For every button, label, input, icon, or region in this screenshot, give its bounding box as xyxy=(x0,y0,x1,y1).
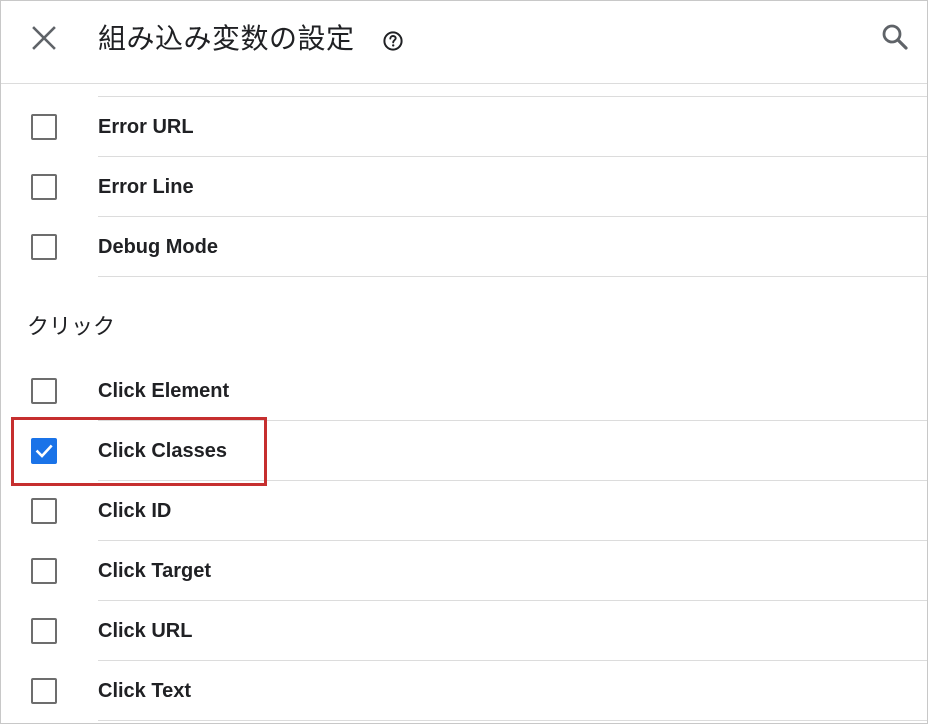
variable-label[interactable]: Click URL xyxy=(98,618,192,644)
page-title: 組み込み変数の設定 xyxy=(98,22,355,55)
checkbox-error-url[interactable] xyxy=(31,114,57,140)
close-button[interactable] xyxy=(29,23,59,53)
checkbox-click-element[interactable] xyxy=(31,378,57,404)
variable-row-click-id[interactable]: Click ID xyxy=(1,481,927,541)
checkbox-click-url[interactable] xyxy=(31,618,57,644)
variable-row-error-url[interactable]: Error URL xyxy=(1,97,927,157)
checkbox-click-text[interactable] xyxy=(31,678,57,704)
variable-row-click-url[interactable]: Click URL xyxy=(1,601,927,661)
variable-label[interactable]: Debug Mode xyxy=(98,234,218,260)
close-icon xyxy=(32,26,56,50)
variable-row-click-text[interactable]: Click Text xyxy=(1,661,927,721)
variable-label[interactable]: Click Target xyxy=(98,558,211,584)
row-divider xyxy=(98,276,927,277)
variable-row-click-classes[interactable]: Click Classes xyxy=(1,421,927,481)
variable-row-click-target[interactable]: Click Target xyxy=(1,541,927,601)
checkbox-error-line[interactable] xyxy=(31,174,57,200)
variable-label[interactable]: Error URL xyxy=(98,114,194,140)
variable-row-click-element[interactable]: Click Element xyxy=(1,361,927,421)
builtin-variables-panel: 組み込み変数の設定 Error URL Error Line Debug Mod… xyxy=(0,0,928,724)
variable-row-error-line[interactable]: Error Line xyxy=(1,157,927,217)
row-divider xyxy=(98,720,927,721)
checkbox-click-id[interactable] xyxy=(31,498,57,524)
checkbox-click-target[interactable] xyxy=(31,558,57,584)
panel-header: 組み込み変数の設定 xyxy=(1,1,927,84)
variable-label[interactable]: Click ID xyxy=(98,498,171,524)
variable-row-debug-mode[interactable]: Debug Mode xyxy=(1,217,927,277)
checkbox-debug-mode[interactable] xyxy=(31,234,57,260)
variable-label[interactable]: Error Line xyxy=(98,174,194,200)
section-title-click: クリック xyxy=(27,315,116,340)
variable-label[interactable]: Click Classes xyxy=(98,438,227,464)
search-icon[interactable] xyxy=(879,21,911,53)
variable-label[interactable]: Click Element xyxy=(98,378,229,404)
help-circle-icon[interactable] xyxy=(382,30,404,52)
variable-label[interactable]: Click Text xyxy=(98,678,191,704)
checkbox-click-classes[interactable] xyxy=(31,438,57,464)
checkmark-icon xyxy=(35,444,53,458)
